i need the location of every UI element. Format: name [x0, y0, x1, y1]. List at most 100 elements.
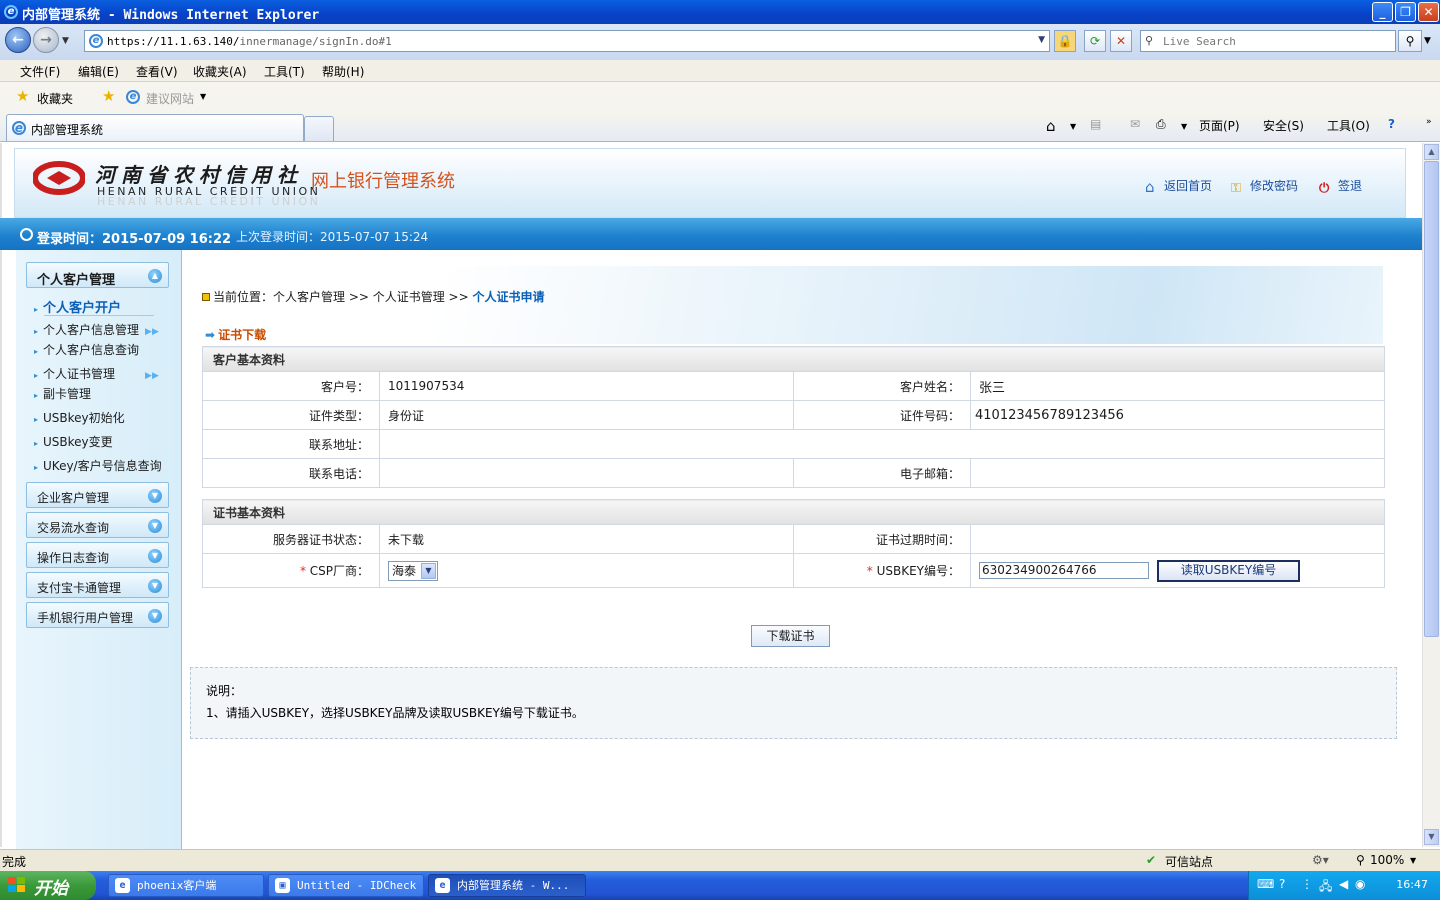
sidebar-item-personal-info-query[interactable]: ▸ 个人客户信息查询 [34, 341, 139, 358]
window-title: 内部管理系统 - Windows Internet Explorer [22, 8, 320, 23]
menu-help[interactable]: 帮助(H) [322, 63, 364, 80]
sidebar-item-usbkey-init[interactable]: ▸ USBkey初始化 [34, 409, 125, 426]
sidebar-group-operation-log[interactable]: 操作日志查询 ▼ [26, 542, 169, 568]
menu-tools[interactable]: 工具(T) [264, 63, 305, 80]
search-options-icon[interactable]: ▼ [1424, 36, 1431, 46]
mail-icon[interactable]: ✉ [1130, 117, 1140, 131]
minimize-button[interactable]: _ [1372, 2, 1393, 22]
taskbar-item-phoenix[interactable]: e phoenix客户端 [108, 874, 264, 897]
help-icon[interactable]: ? [1388, 117, 1395, 131]
history-dropdown-icon[interactable]: ▼ [62, 36, 69, 46]
menu-file[interactable]: 文件(F) [20, 63, 60, 80]
value-customer-no: 1011907534 [379, 371, 794, 401]
home-icon[interactable]: ⌂ [1046, 117, 1056, 135]
value-email [970, 458, 1385, 488]
help-tray-icon[interactable]: ? [1279, 877, 1285, 891]
suggested-sites-button[interactable]: 建议网站 [146, 90, 194, 107]
volume-icon[interactable]: ◀ [1339, 877, 1348, 891]
label-id-type: 证件类型： [202, 400, 380, 430]
tab-active[interactable]: e 内部管理系统 [6, 114, 304, 141]
print-dropdown-icon[interactable]: ▼ [1181, 122, 1187, 131]
certificate-section-header: 证书基本资料 [202, 499, 1385, 525]
address-dropdown-icon[interactable]: ▼ [1038, 35, 1045, 45]
csp-vendor-select[interactable]: 海泰 ▼ [388, 560, 438, 581]
change-password-link[interactable]: ⚿ 修改密码 [1231, 177, 1298, 196]
print-icon[interactable]: ⎙ [1156, 117, 1166, 132]
instructions-heading: 说明： [206, 684, 243, 698]
customer-section-header: 客户基本资料 [202, 346, 1385, 372]
suggested-sites-dropdown-icon[interactable]: ▼ [200, 92, 206, 101]
sidebar-item-personal-open-account[interactable]: ▸ 个人客户开户 [34, 297, 121, 316]
stop-button[interactable]: ✕ [1110, 30, 1132, 52]
start-button[interactable]: 开始 [0, 871, 96, 900]
sidebar-group-alipay[interactable]: 支付宝卡通管理 ▼ [26, 572, 169, 598]
keyboard-icon[interactable]: ⌨ [1257, 877, 1274, 891]
favorites-button[interactable]: 收藏夹 [37, 90, 73, 107]
page-menu[interactable]: 页面(P) [1199, 117, 1240, 134]
suggested-sites-icon: e [126, 90, 140, 104]
menu-favorites[interactable]: 收藏夹(A) [193, 63, 247, 80]
add-favorite-icon[interactable]: ★ [102, 87, 115, 105]
menu-edit[interactable]: 编辑(E) [78, 63, 119, 80]
network-icon[interactable]: 🖧 [1319, 877, 1332, 898]
address-bar[interactable]: e https://11.1.63.140/innermanage/signIn… [84, 30, 1050, 52]
sidebar-item-secondary-card[interactable]: ▸ 副卡管理 [34, 385, 91, 402]
sidebar-item-personal-info-manage[interactable]: ▸ 个人客户信息管理 ▶▶ [34, 321, 159, 338]
label-id-no: 证件号码： [793, 400, 971, 430]
sidebar-group-transactions[interactable]: 交易流水查询 ▼ [26, 512, 169, 538]
home-link[interactable]: ⌂ 返回首页 [1145, 177, 1212, 196]
scroll-down-icon[interactable]: ▼ [1424, 829, 1439, 845]
taskbar-item-ie[interactable]: e 内部管理系统 - W... [428, 874, 586, 897]
security-tray-icon[interactable]: ◉ [1355, 877, 1365, 891]
org-name-cn: 河南省农村信用社 [95, 163, 303, 187]
protected-mode-icon[interactable]: ⚙▾ [1312, 853, 1329, 867]
menu-view[interactable]: 查看(V) [136, 63, 178, 80]
key-icon: ⚿ [1231, 181, 1241, 196]
lock-icon[interactable]: 🔒 [1054, 30, 1076, 52]
input-method-icon[interactable]: ⋮ [1301, 877, 1313, 891]
label-server-cert-status: 服务器证书状态： [202, 524, 380, 554]
tools-menu[interactable]: 工具(O) [1327, 117, 1370, 134]
chevron-right-icon[interactable]: » [1426, 117, 1432, 127]
search-button[interactable]: ⚲ [1398, 30, 1422, 52]
search-input[interactable]: ⚲ Live Search [1140, 30, 1396, 52]
clock-icon [20, 228, 33, 241]
forward-button[interactable]: → [33, 27, 59, 53]
zoom-icon: ⚲ [1356, 853, 1365, 867]
value-server-cert-status: 未下载 [379, 524, 794, 554]
close-window-button[interactable]: ✕ [1418, 2, 1439, 22]
sidebar-item-usbkey-change[interactable]: ▸ USBkey变更 [34, 433, 113, 450]
feeds-icon[interactable]: ▤ [1090, 117, 1101, 131]
refresh-button[interactable]: ⟳ [1084, 30, 1106, 52]
new-tab-button[interactable] [304, 116, 334, 141]
chevron-down-icon[interactable]: ▼ [421, 562, 436, 579]
sidebar-group-enterprise[interactable]: 企业客户管理 ▼ [26, 482, 169, 508]
scroll-thumb[interactable] [1424, 161, 1439, 637]
scroll-up-icon[interactable]: ▲ [1424, 144, 1439, 160]
sidebar: 个人客户管理 ▲ ▸ 个人客户开户 ▸ 个人客户信息管理 ▶▶ ▸ 个人客户信息查询 ▸… [16, 250, 182, 850]
vertical-scrollbar[interactable]: ▲ ▼ [1422, 143, 1440, 847]
zoom-dropdown-icon[interactable]: ▼ [1410, 856, 1416, 865]
zoom-level[interactable]: 100% [1370, 853, 1404, 867]
logout-link[interactable]: ⏻ 签退 [1319, 177, 1362, 196]
taskbar-item-idcheck[interactable]: ▣ Untitled - IDCheck [268, 874, 424, 897]
back-button[interactable]: ← [5, 27, 31, 53]
status-text: 完成 [2, 855, 27, 869]
sidebar-group-personal-customer[interactable]: 个人客户管理 ▲ [26, 262, 169, 288]
window-title-bar[interactable]: e 内部管理系统 - Windows Internet Explorer _ ❐… [0, 0, 1440, 24]
security-zone[interactable]: 可信站点 [1165, 853, 1213, 870]
home-dropdown-icon[interactable]: ▼ [1070, 122, 1076, 131]
restore-button[interactable]: ❐ [1395, 2, 1416, 22]
page-icon: e [89, 34, 103, 48]
breadcrumb: 当前位置：个人客户管理 >> 个人证书管理 >> 个人证书申请 [202, 288, 545, 305]
login-info-bar: 登录时间：2015-07-09 16:22 上次登录时间：2015-07-07 … [0, 218, 1422, 250]
sidebar-group-mobile-banking[interactable]: 手机银行用户管理 ▼ [26, 602, 169, 628]
usbkey-number-input[interactable]: 630234900264766 [979, 562, 1149, 579]
download-certificate-button[interactable]: 下载证书 [751, 625, 830, 647]
sidebar-item-ukey-query[interactable]: ▸ UKey/客户号信息查询 [34, 457, 162, 474]
safety-menu[interactable]: 安全(S) [1263, 117, 1304, 134]
label-customer-name: 客户姓名： [793, 371, 971, 401]
read-usbkey-button[interactable]: 读取USBKEY编号 [1157, 559, 1300, 582]
sidebar-item-personal-cert-manage[interactable]: ▸ 个人证书管理 ▶▶ [34, 365, 159, 382]
collapse-icon[interactable]: ▲ [148, 269, 162, 283]
